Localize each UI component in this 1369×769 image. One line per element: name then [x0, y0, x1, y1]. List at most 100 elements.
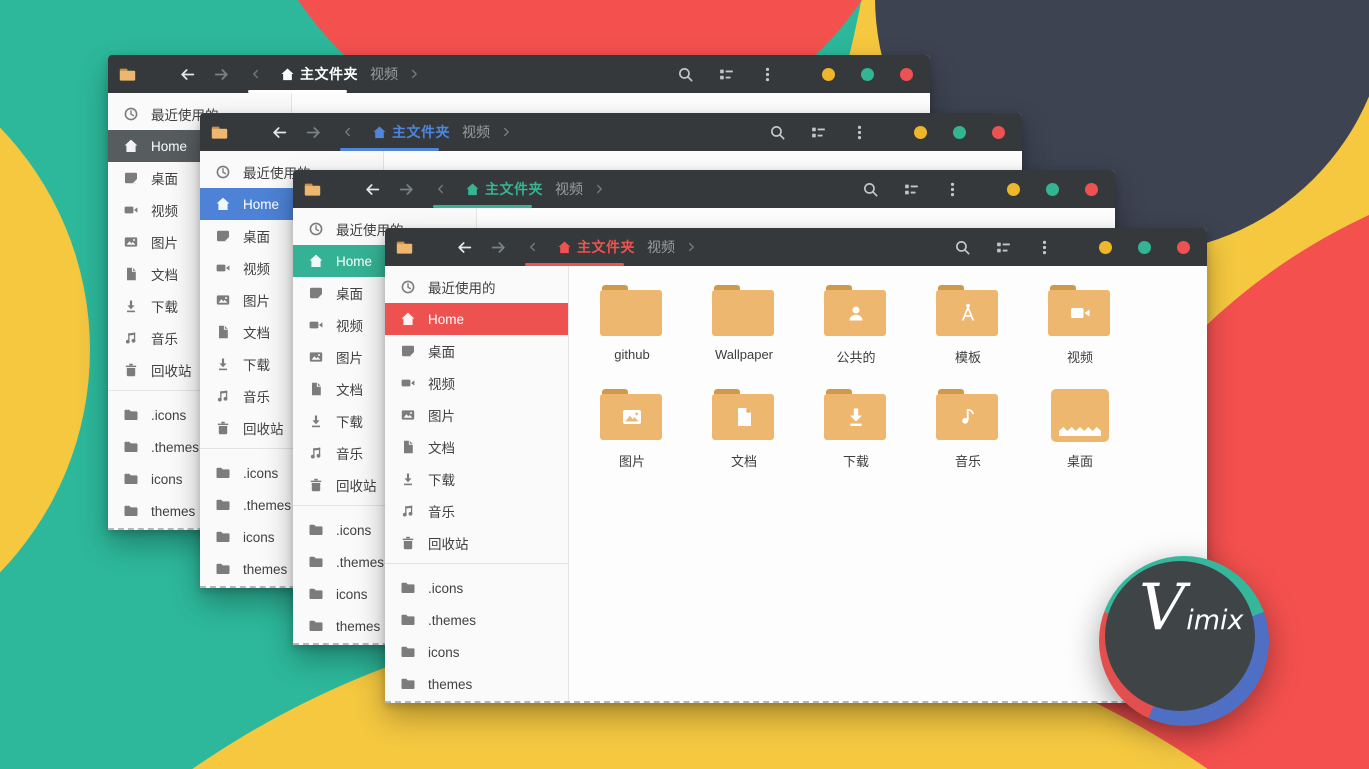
folder-item[interactable]: Wallpaper [688, 280, 800, 384]
sidebar-item-icon [123, 330, 139, 346]
folder-icon [712, 285, 776, 339]
minimize-button[interactable] [914, 126, 927, 139]
folder-item[interactable]: 桌面 [1024, 384, 1136, 488]
folder-icon [600, 285, 664, 339]
breadcrumb-current[interactable]: 视频 [462, 122, 490, 142]
folder-item[interactable]: 音乐 [912, 384, 1024, 488]
folder-icon[interactable] [395, 238, 414, 257]
sidebar-item[interactable]: 音乐 [385, 495, 568, 527]
sidebar-item-icon [123, 234, 139, 250]
sidebar-item[interactable]: 下载 [385, 463, 568, 495]
sidebar-folder-item[interactable]: icons [385, 636, 568, 668]
kebab-menu-icon[interactable] [944, 181, 961, 198]
sidebar-item-icon [215, 196, 231, 212]
chevron-left-icon[interactable] [249, 67, 263, 81]
back-button[interactable] [364, 181, 381, 198]
folder-icon [215, 561, 231, 577]
folder-emblem-icon [956, 301, 980, 325]
list-view-icon[interactable] [718, 66, 735, 83]
folder-icon [936, 389, 1000, 443]
sidebar-item-icon [308, 445, 324, 461]
kebab-menu-icon[interactable] [851, 124, 868, 141]
sidebar-folder-item[interactable]: .themes [385, 604, 568, 636]
sidebar-item-icon [123, 266, 139, 282]
folder-item[interactable]: 文档 [688, 384, 800, 488]
breadcrumb-current[interactable]: 视频 [370, 64, 398, 84]
sidebar-item[interactable]: 视频 [385, 367, 568, 399]
folder-icon [123, 471, 139, 487]
close-button[interactable] [1085, 183, 1098, 196]
breadcrumb-root[interactable]: 主文件夹 [577, 237, 635, 257]
minimize-button[interactable] [1099, 241, 1112, 254]
list-view-icon[interactable] [903, 181, 920, 198]
maximize-button[interactable] [861, 68, 874, 81]
sidebar-item[interactable]: 最近使用的 [385, 271, 568, 303]
minimize-button[interactable] [1007, 183, 1020, 196]
close-button[interactable] [992, 126, 1005, 139]
back-button[interactable] [271, 124, 288, 141]
chevron-right-icon[interactable] [684, 240, 698, 254]
home-icon[interactable] [557, 240, 572, 255]
breadcrumb-root[interactable]: 主文件夹 [392, 122, 450, 142]
chevron-left-icon[interactable] [434, 182, 448, 196]
close-button[interactable] [900, 68, 913, 81]
folder-icon[interactable] [210, 123, 229, 142]
folder-item[interactable]: 公共的 [800, 280, 912, 384]
close-button[interactable] [1177, 241, 1190, 254]
sidebar-item[interactable]: Home [385, 303, 568, 335]
sidebar-item[interactable]: 图片 [385, 399, 568, 431]
folder-icon[interactable] [118, 65, 137, 84]
forward-button[interactable] [213, 66, 230, 83]
sidebar-item[interactable]: 桌面 [385, 335, 568, 367]
folder-item[interactable]: 下载 [800, 384, 912, 488]
headerbar: 主文件夹 视频 [108, 55, 930, 93]
list-view-icon[interactable] [810, 124, 827, 141]
maximize-button[interactable] [1046, 183, 1059, 196]
folder-icon [600, 389, 664, 443]
breadcrumb-root[interactable]: 主文件夹 [300, 64, 358, 84]
folder-item[interactable]: 图片 [576, 384, 688, 488]
chevron-left-icon[interactable] [341, 125, 355, 139]
sidebar-item[interactable]: 回收站 [385, 527, 568, 559]
forward-button[interactable] [305, 124, 322, 141]
kebab-menu-icon[interactable] [1036, 239, 1053, 256]
sidebar-item-icon [123, 298, 139, 314]
maximize-button[interactable] [953, 126, 966, 139]
folder-icon[interactable] [303, 180, 322, 199]
chevron-right-icon[interactable] [407, 67, 421, 81]
back-button[interactable] [456, 239, 473, 256]
list-view-icon[interactable] [995, 239, 1012, 256]
folder-item[interactable]: github [576, 280, 688, 384]
folder-icon [712, 389, 776, 443]
home-icon[interactable] [280, 67, 295, 82]
breadcrumb-current[interactable]: 视频 [555, 179, 583, 199]
search-icon[interactable] [862, 181, 879, 198]
sidebar-folder-item[interactable]: .icons [385, 572, 568, 604]
chevron-left-icon[interactable] [526, 240, 540, 254]
folder-icon [308, 618, 324, 634]
sidebar-item-icon [308, 253, 324, 269]
folder-icon [400, 676, 416, 692]
search-icon[interactable] [769, 124, 786, 141]
forward-button[interactable] [490, 239, 507, 256]
sidebar-folder-item[interactable]: themes [385, 668, 568, 700]
chevron-right-icon[interactable] [592, 182, 606, 196]
chevron-right-icon[interactable] [499, 125, 513, 139]
home-icon[interactable] [465, 182, 480, 197]
home-icon[interactable] [372, 125, 387, 140]
breadcrumb-root[interactable]: 主文件夹 [485, 179, 543, 199]
breadcrumb-current[interactable]: 视频 [647, 237, 675, 257]
minimize-button[interactable] [822, 68, 835, 81]
forward-button[interactable] [398, 181, 415, 198]
folder-emblem-icon [956, 405, 980, 429]
back-button[interactable] [179, 66, 196, 83]
search-icon[interactable] [677, 66, 694, 83]
sidebar-item-icon [308, 477, 324, 493]
kebab-menu-icon[interactable] [759, 66, 776, 83]
search-icon[interactable] [954, 239, 971, 256]
folder-item[interactable]: 视频 [1024, 280, 1136, 384]
sidebar-item[interactable]: 文档 [385, 431, 568, 463]
folder-icon [400, 644, 416, 660]
folder-item[interactable]: 模板 [912, 280, 1024, 384]
maximize-button[interactable] [1138, 241, 1151, 254]
